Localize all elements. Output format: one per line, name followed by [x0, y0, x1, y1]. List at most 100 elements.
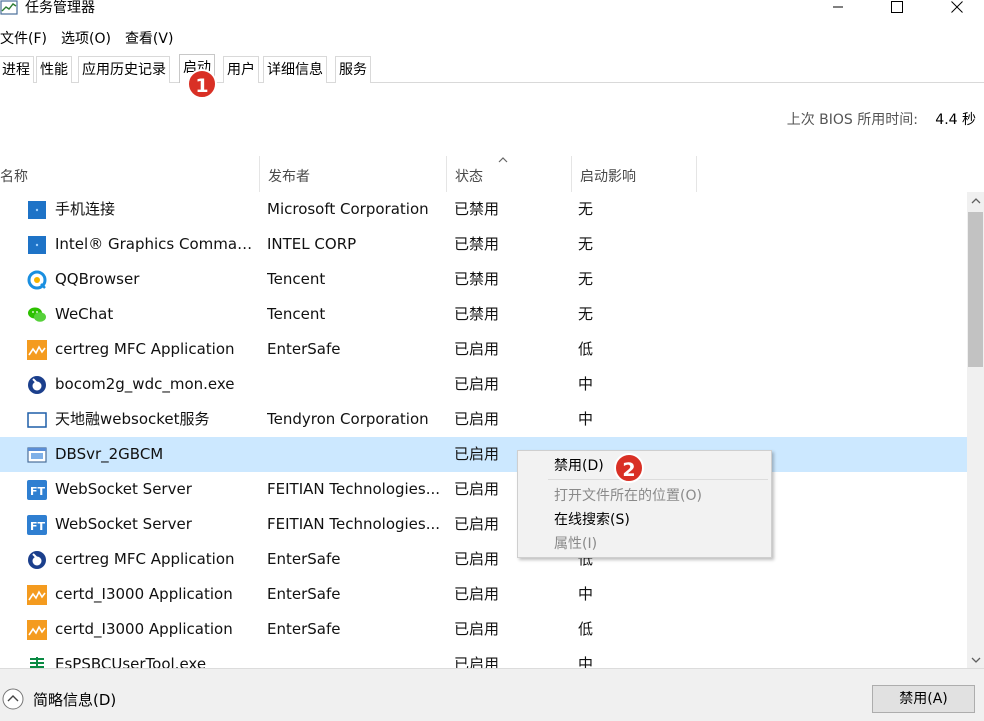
row-publisher: Tencent [267, 305, 326, 323]
app-window-icon [27, 445, 47, 465]
disable-button[interactable]: 禁用(A) [872, 685, 975, 713]
tab-processes[interactable]: 进程 [0, 56, 34, 83]
row-name: WebSocket Server [55, 480, 192, 498]
tab-services[interactable]: 服务 [335, 56, 371, 83]
row-publisher: EnterSafe [267, 550, 341, 568]
fewer-details-link[interactable]: 简略信息(D) [33, 689, 116, 710]
menu-view[interactable]: 查看(V) [125, 28, 181, 50]
row-status: 已禁用 [454, 305, 500, 323]
psbc-icon [27, 655, 47, 668]
table-row[interactable]: certd_I3000 Application EnterSafe 已启用 低 [0, 612, 967, 647]
row-name: bocom2g_wdc_mon.exe [55, 375, 235, 393]
bocom-icon [27, 550, 47, 570]
table-row[interactable]: bocom2g_wdc_mon.exe 已启用 中 [0, 367, 967, 402]
column-header: 名称 发布者 状态 启动影响 [0, 156, 984, 192]
table-row[interactable]: FT WebSocket Server FEITIAN Technologies… [0, 507, 967, 542]
menu-bar: 文件(F) 选项(O) 查看(V) [0, 28, 187, 50]
row-impact: 无 [578, 305, 594, 323]
vertical-scrollbar[interactable] [967, 192, 984, 668]
row-impact: 低 [578, 620, 594, 638]
row-publisher [267, 437, 442, 472]
row-status: 已启用 [454, 340, 500, 358]
svg-text:FT: FT [30, 520, 46, 533]
scroll-down-button[interactable] [967, 651, 984, 668]
menu-item-properties[interactable]: 属性(I) [554, 534, 597, 554]
tab-bar: 进程 性能 应用历史记录 启动 用户 详细信息 服务 [0, 54, 984, 83]
menu-separator [548, 479, 768, 480]
chevron-up-icon [971, 197, 980, 203]
row-publisher: INTEL CORP [267, 235, 357, 253]
row-name: DBSvr_2GBCM [55, 445, 164, 463]
row-status: 已禁用 [454, 270, 500, 288]
row-publisher [267, 367, 442, 402]
row-name: certd_I3000 Application [55, 585, 233, 603]
column-name[interactable]: 名称 [0, 156, 260, 192]
feitian-icon: FT [27, 480, 47, 500]
table-row-selected[interactable]: DBSvr_2GBCM 已启用 [0, 437, 967, 472]
row-impact: 低 [578, 340, 594, 358]
menu-file[interactable]: 文件(F) [0, 28, 54, 50]
tab-performance[interactable]: 性能 [36, 56, 72, 83]
row-status: 已启用 [454, 375, 500, 393]
row-impact: 无 [578, 200, 594, 218]
row-publisher: EnterSafe [267, 585, 341, 603]
tab-users[interactable]: 用户 [223, 56, 259, 83]
scroll-up-button[interactable] [967, 192, 984, 209]
blue-square-icon [27, 235, 47, 255]
table-row[interactable]: certreg MFC Application EnterSafe 已启用 低 [0, 332, 967, 367]
table-row[interactable]: WeChat Tencent 已禁用 无 [0, 297, 967, 332]
close-icon [951, 1, 963, 13]
task-manager-icon [0, 0, 18, 16]
maximize-button[interactable] [874, 0, 920, 22]
bocom-icon [27, 375, 47, 395]
table-row[interactable]: QQBrowser Tencent 已禁用 无 [0, 262, 967, 297]
minimize-button[interactable] [815, 0, 861, 22]
row-name: 手机连接 [55, 200, 116, 218]
table-row[interactable]: Intel® Graphics Comman... INTEL CORP 已禁用… [0, 227, 967, 262]
row-status: 已启用 [454, 620, 500, 638]
column-impact[interactable]: 启动影响 [572, 156, 697, 192]
row-status: 已启用 [454, 585, 500, 603]
menu-item-disable[interactable]: 禁用(D) [554, 456, 604, 476]
row-status: 已禁用 [454, 235, 500, 253]
row-name: certreg MFC Application [55, 550, 235, 568]
minimize-icon [833, 6, 843, 8]
row-publisher: FEITIAN Technologies... [267, 480, 441, 498]
row-impact: 无 [578, 235, 594, 253]
column-publisher[interactable]: 发布者 [260, 156, 447, 192]
tab-details[interactable]: 详细信息 [263, 56, 327, 83]
bios-time-value: 4.4 秒 [935, 112, 976, 128]
startup-list: 手机连接 Microsoft Corporation 已禁用 无 Intel® … [0, 192, 967, 668]
table-row[interactable]: 天地融websocket服务 Tendyron Corporation 已启用 … [0, 402, 967, 437]
feitian-icon: FT [27, 515, 47, 535]
chevron-up-circle-icon[interactable] [2, 688, 24, 710]
chevron-down-icon [971, 657, 980, 663]
row-impact: 中 [578, 410, 594, 428]
row-publisher [267, 647, 442, 668]
row-name: WebSocket Server [55, 515, 192, 533]
entersafe-icon [27, 340, 47, 360]
wechat-icon [27, 305, 47, 325]
table-row[interactable]: 手机连接 Microsoft Corporation 已禁用 无 [0, 192, 967, 227]
table-row[interactable]: EsPSBCUserTool.exe 已启用 中 [0, 647, 967, 668]
table-row[interactable]: certd_I3000 Application EnterSafe 已启用 中 [0, 577, 967, 612]
tab-app-history[interactable]: 应用历史记录 [78, 56, 170, 83]
row-status: 已启用 [454, 410, 500, 428]
row-name: 天地融websocket服务 [55, 410, 210, 428]
menu-item-open-location[interactable]: 打开文件所在的位置(O) [554, 486, 702, 506]
row-impact: 中 [578, 655, 594, 668]
menu-item-search-online[interactable]: 在线搜索(S) [554, 510, 630, 530]
scroll-thumb[interactable] [968, 212, 983, 367]
table-row[interactable]: FT WebSocket Server FEITIAN Technologies… [0, 472, 967, 507]
row-publisher: Microsoft Corporation [267, 200, 429, 218]
table-row[interactable]: certreg MFC Application EnterSafe 已启用 低 [0, 542, 967, 577]
close-button[interactable] [934, 0, 980, 22]
menu-options[interactable]: 选项(O) [61, 28, 118, 50]
row-status: 已禁用 [454, 200, 500, 218]
entersafe-icon [27, 585, 47, 605]
row-impact: 中 [578, 585, 594, 603]
title-bar: 任务管理器 [0, 0, 984, 22]
column-status[interactable]: 状态 [447, 156, 572, 192]
row-name: WeChat [55, 305, 114, 323]
row-impact: 无 [578, 270, 594, 288]
